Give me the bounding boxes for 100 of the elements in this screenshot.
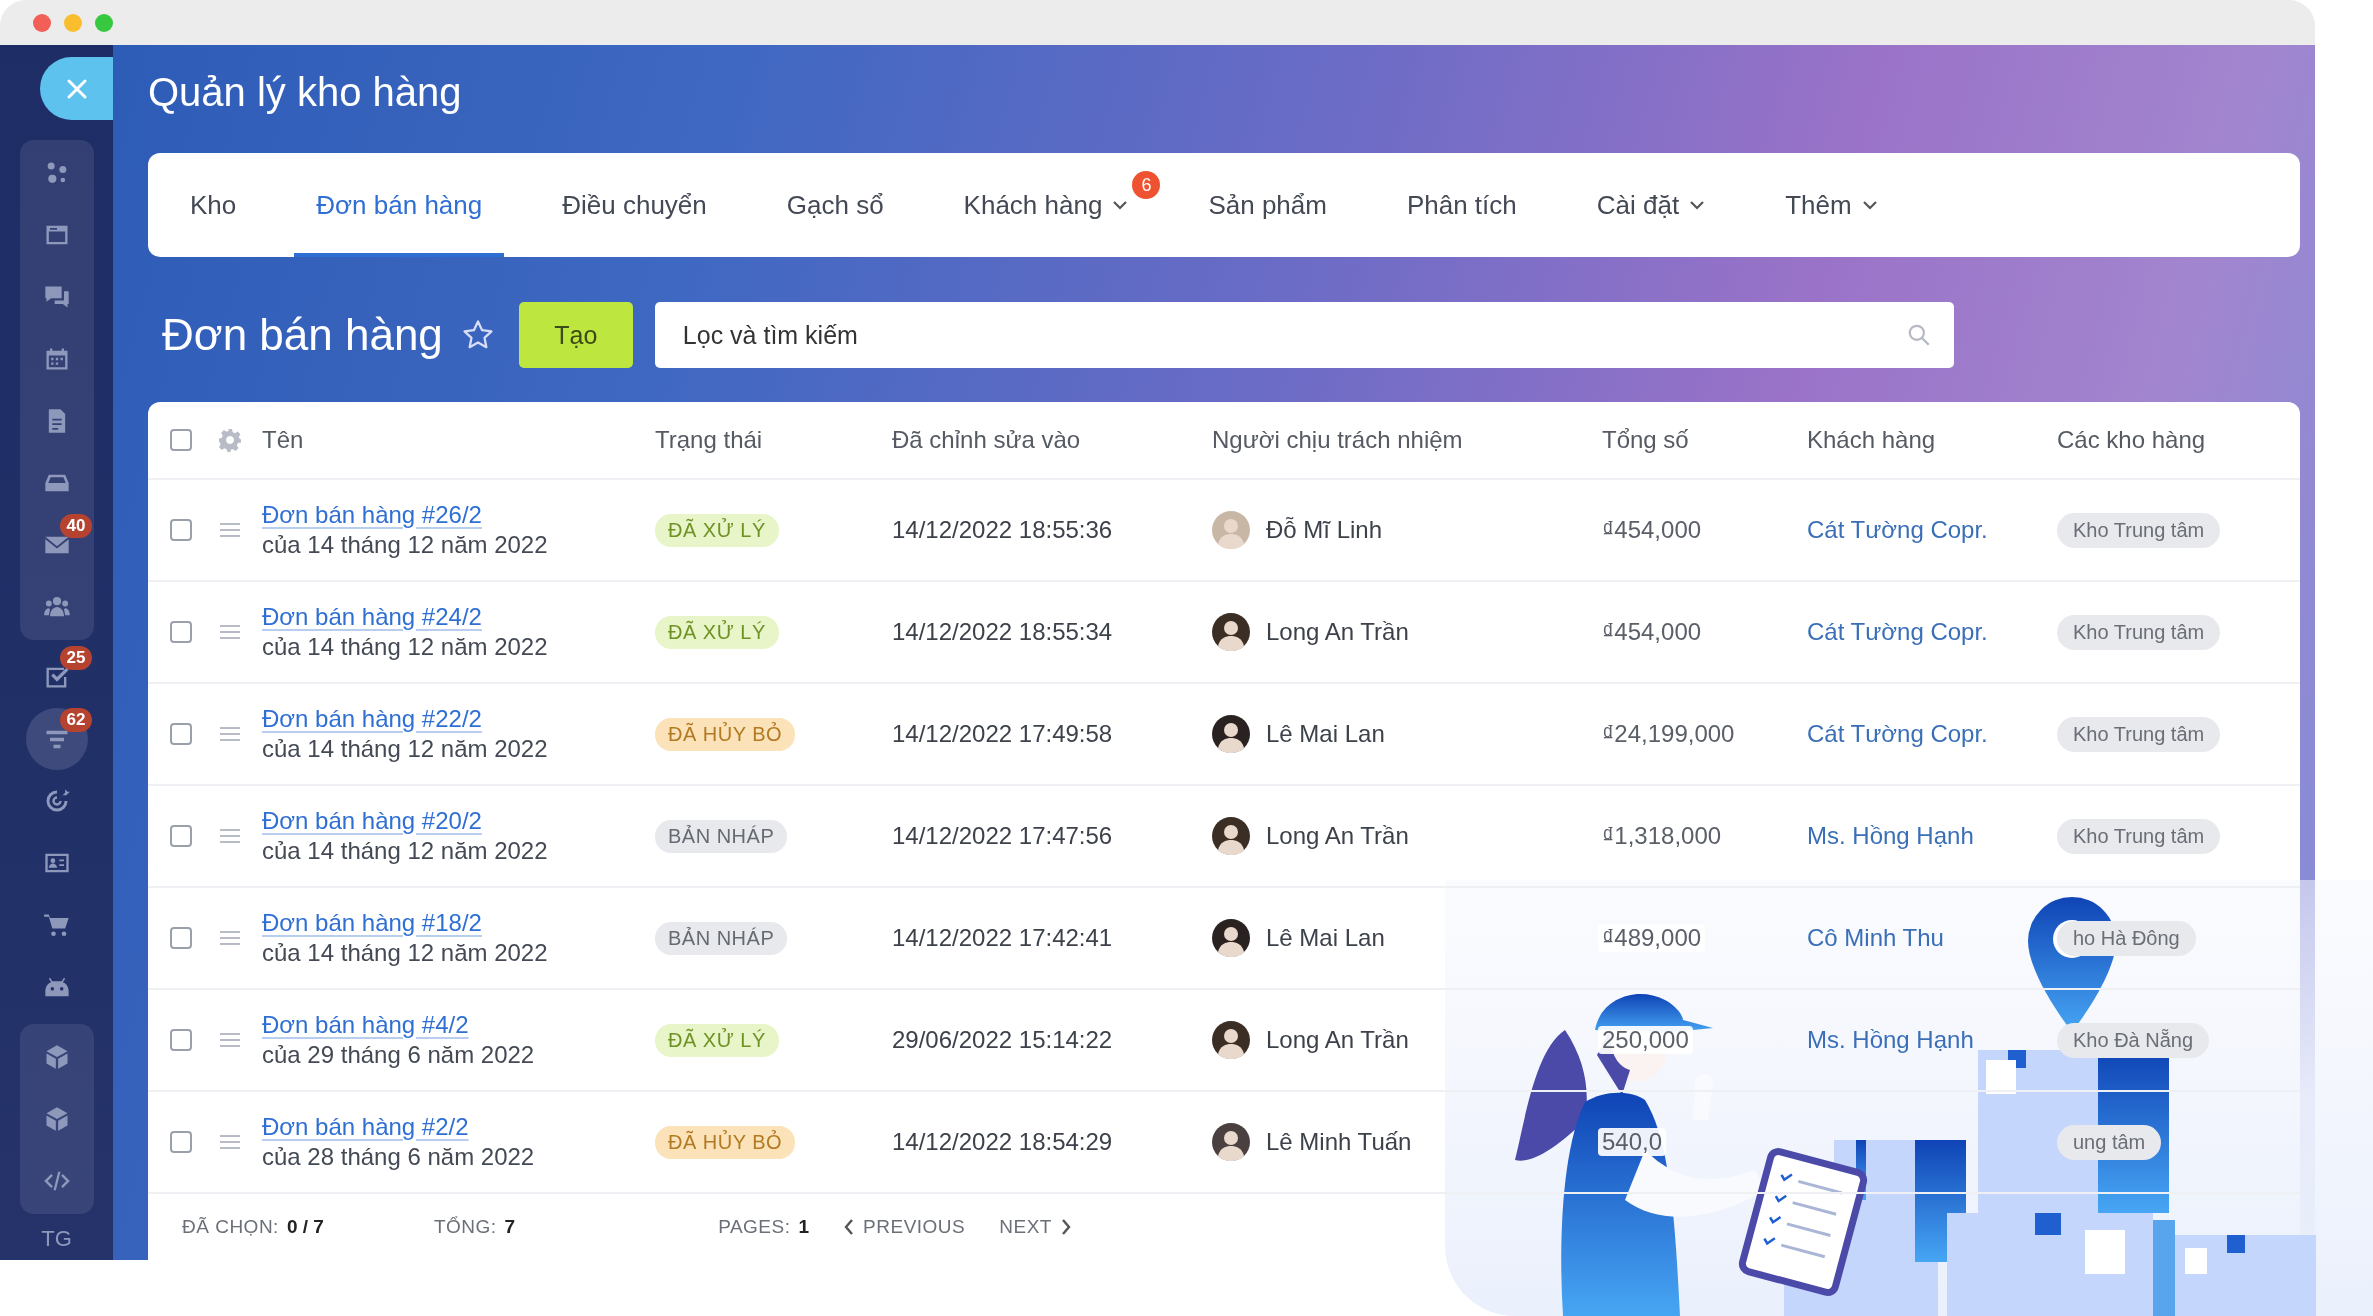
order-link[interactable]: Đơn bán hàng #24/2 xyxy=(262,603,482,631)
row-checkbox[interactable] xyxy=(170,825,192,847)
warehouse-tag: Kho Trung tâm xyxy=(2057,614,2221,650)
settings-icon[interactable] xyxy=(218,428,242,452)
warehouse-tag: Kho Trung tâm xyxy=(2057,818,2221,854)
avatar xyxy=(1212,817,1250,855)
drag-handle-icon[interactable] xyxy=(218,827,242,845)
selected-count-label: ĐÃ CHỌN: xyxy=(182,1216,279,1238)
close-menu-button[interactable] xyxy=(40,57,113,120)
modified-date: 14/12/2022 18:55:34 xyxy=(892,618,1114,646)
order-link[interactable]: Đơn bán hàng #2/2 xyxy=(262,1113,469,1141)
close-window-button[interactable] xyxy=(33,13,51,32)
customer-link[interactable]: Cát Tường Copr. xyxy=(1807,720,1988,747)
page-number: 1 xyxy=(798,1216,810,1238)
drag-handle-icon[interactable] xyxy=(218,1133,242,1151)
order-date: của 29 tháng 6 năm 2022 xyxy=(262,1041,535,1069)
total-count-label: TỔNG: xyxy=(433,1216,497,1238)
order-date: của 14 tháng 12 năm 2022 xyxy=(262,531,548,559)
drag-handle-icon[interactable] xyxy=(218,521,242,539)
row-checkbox[interactable] xyxy=(170,1131,192,1153)
customer-link[interactable]: Cát Tường Copr. xyxy=(1807,516,1988,543)
status-tag: ĐÃ XỬ LÝ xyxy=(655,615,779,649)
notification-badge: 6 xyxy=(1132,171,1161,199)
count-badge: 40 xyxy=(59,514,93,538)
user-initials[interactable]: TG xyxy=(41,1226,72,1252)
status-tag: ĐÃ XỬ LÝ xyxy=(655,1023,779,1057)
next-page-button[interactable]: NEXT xyxy=(999,1212,1072,1242)
row-checkbox[interactable] xyxy=(170,723,192,745)
order-date: của 28 tháng 6 năm 2022 xyxy=(262,1143,535,1171)
order-link[interactable]: Đơn bán hàng #22/2 xyxy=(262,705,482,733)
column-header[interactable]: Đã chỉnh sửa vào xyxy=(892,426,1212,454)
warehouse-tag: Kho Trung tâm xyxy=(2057,716,2221,752)
count-badge: 62 xyxy=(59,708,93,732)
drag-handle-icon[interactable] xyxy=(218,623,242,641)
person-name: Lê Mai Lan xyxy=(1266,720,1385,748)
chevron-left-icon xyxy=(843,1218,856,1236)
drag-handle-icon[interactable] xyxy=(218,725,242,743)
chevron-right-icon xyxy=(1059,1218,1072,1236)
order-date: của 14 tháng 12 năm 2022 xyxy=(262,939,548,967)
customer-link[interactable]: Cô Minh Thu xyxy=(1807,924,1944,951)
avatar xyxy=(1212,1123,1250,1161)
customer-link[interactable]: Ms. Hồng Hạnh xyxy=(1807,1026,1974,1053)
order-total: ₫489,000 xyxy=(1598,924,1706,952)
person-name: Đỗ Mĩ Linh xyxy=(1266,516,1383,544)
tab[interactable]: Đơn bán hàng xyxy=(294,153,505,257)
status-tag: ĐÃ XỬ LÝ xyxy=(655,513,779,547)
status-tag: BẢN NHÁP xyxy=(655,819,788,853)
order-date: của 14 tháng 12 năm 2022 xyxy=(262,735,548,763)
modified-date: 14/12/2022 17:42:41 xyxy=(892,924,1114,952)
modified-date: 29/06/2022 15:14:22 xyxy=(892,1026,1114,1054)
tab[interactable]: Phân tích xyxy=(1384,153,1539,257)
status-tag: ĐÃ HỦY BỎ xyxy=(655,1125,796,1159)
tab[interactable]: Gạch sổ xyxy=(764,153,906,257)
avatar xyxy=(1212,1021,1250,1059)
total-count: 7 xyxy=(504,1216,516,1238)
column-header[interactable]: Người chịu trách nhiệm xyxy=(1212,426,1602,454)
modified-date: 14/12/2022 17:49:58 xyxy=(892,720,1114,748)
row-checkbox[interactable] xyxy=(170,1029,192,1051)
select-all-checkbox[interactable] xyxy=(170,429,192,451)
person-name: Long An Trần xyxy=(1266,822,1409,850)
tab[interactable]: Kho xyxy=(168,153,259,257)
order-link[interactable]: Đơn bán hàng #4/2 xyxy=(262,1011,469,1039)
tab[interactable]: Thêm xyxy=(1763,153,1900,257)
zoom-window-button[interactable] xyxy=(95,13,113,32)
drag-handle-icon[interactable] xyxy=(218,929,242,947)
previous-page-button[interactable]: PREVIOUS xyxy=(843,1212,966,1242)
modified-date: 14/12/2022 17:47:56 xyxy=(892,822,1114,850)
status-tag: BẢN NHÁP xyxy=(655,921,788,955)
customer-link[interactable]: Cát Tường Copr. xyxy=(1807,618,1988,645)
tab[interactable]: Sản phẩm xyxy=(1186,153,1349,257)
drag-handle-icon[interactable] xyxy=(218,1031,242,1049)
warehouse-tag: Kho Đà Nẵng xyxy=(2057,1022,2210,1058)
avatar xyxy=(1212,613,1250,651)
modified-date: 14/12/2022 18:55:36 xyxy=(892,516,1114,544)
column-header[interactable]: Trạng thái xyxy=(655,426,892,454)
person-name: Long An Trần xyxy=(1266,1026,1409,1054)
row-checkbox[interactable] xyxy=(170,519,192,541)
order-link[interactable]: Đơn bán hàng #26/2 xyxy=(262,501,482,529)
column-header[interactable]: Tổng số xyxy=(1602,426,1807,454)
tab[interactable]: Khách hàng 6 xyxy=(941,153,1163,257)
column-header[interactable]: Khách hàng xyxy=(1807,426,2057,454)
tab[interactable]: Điều chuyển xyxy=(540,153,729,257)
order-total: 250,000 xyxy=(1598,1026,1693,1054)
order-date: của 14 tháng 12 năm 2022 xyxy=(262,633,548,661)
minimize-window-button[interactable] xyxy=(64,13,82,32)
search-field[interactable]: Lọc và tìm kiếm xyxy=(654,302,1954,368)
pages-label: PAGES: xyxy=(718,1216,791,1238)
column-header[interactable]: Các kho hàng xyxy=(2057,426,2300,454)
row-checkbox[interactable] xyxy=(170,927,192,949)
person-name: Long An Trần xyxy=(1266,618,1409,646)
tab[interactable]: Cài đặt xyxy=(1574,153,1728,257)
avatar xyxy=(1212,715,1250,753)
order-link[interactable]: Đơn bán hàng #18/2 xyxy=(262,909,482,937)
row-checkbox[interactable] xyxy=(170,621,192,643)
customer-link[interactable]: Ms. Hồng Hạnh xyxy=(1807,822,1974,849)
column-header[interactable]: Tên xyxy=(262,426,655,454)
create-button[interactable]: Tạo xyxy=(518,302,633,368)
warehouse-tag: ho Hà Đông xyxy=(2057,920,2196,956)
close-icon xyxy=(65,77,88,100)
order-link[interactable]: Đơn bán hàng #20/2 xyxy=(262,807,482,835)
